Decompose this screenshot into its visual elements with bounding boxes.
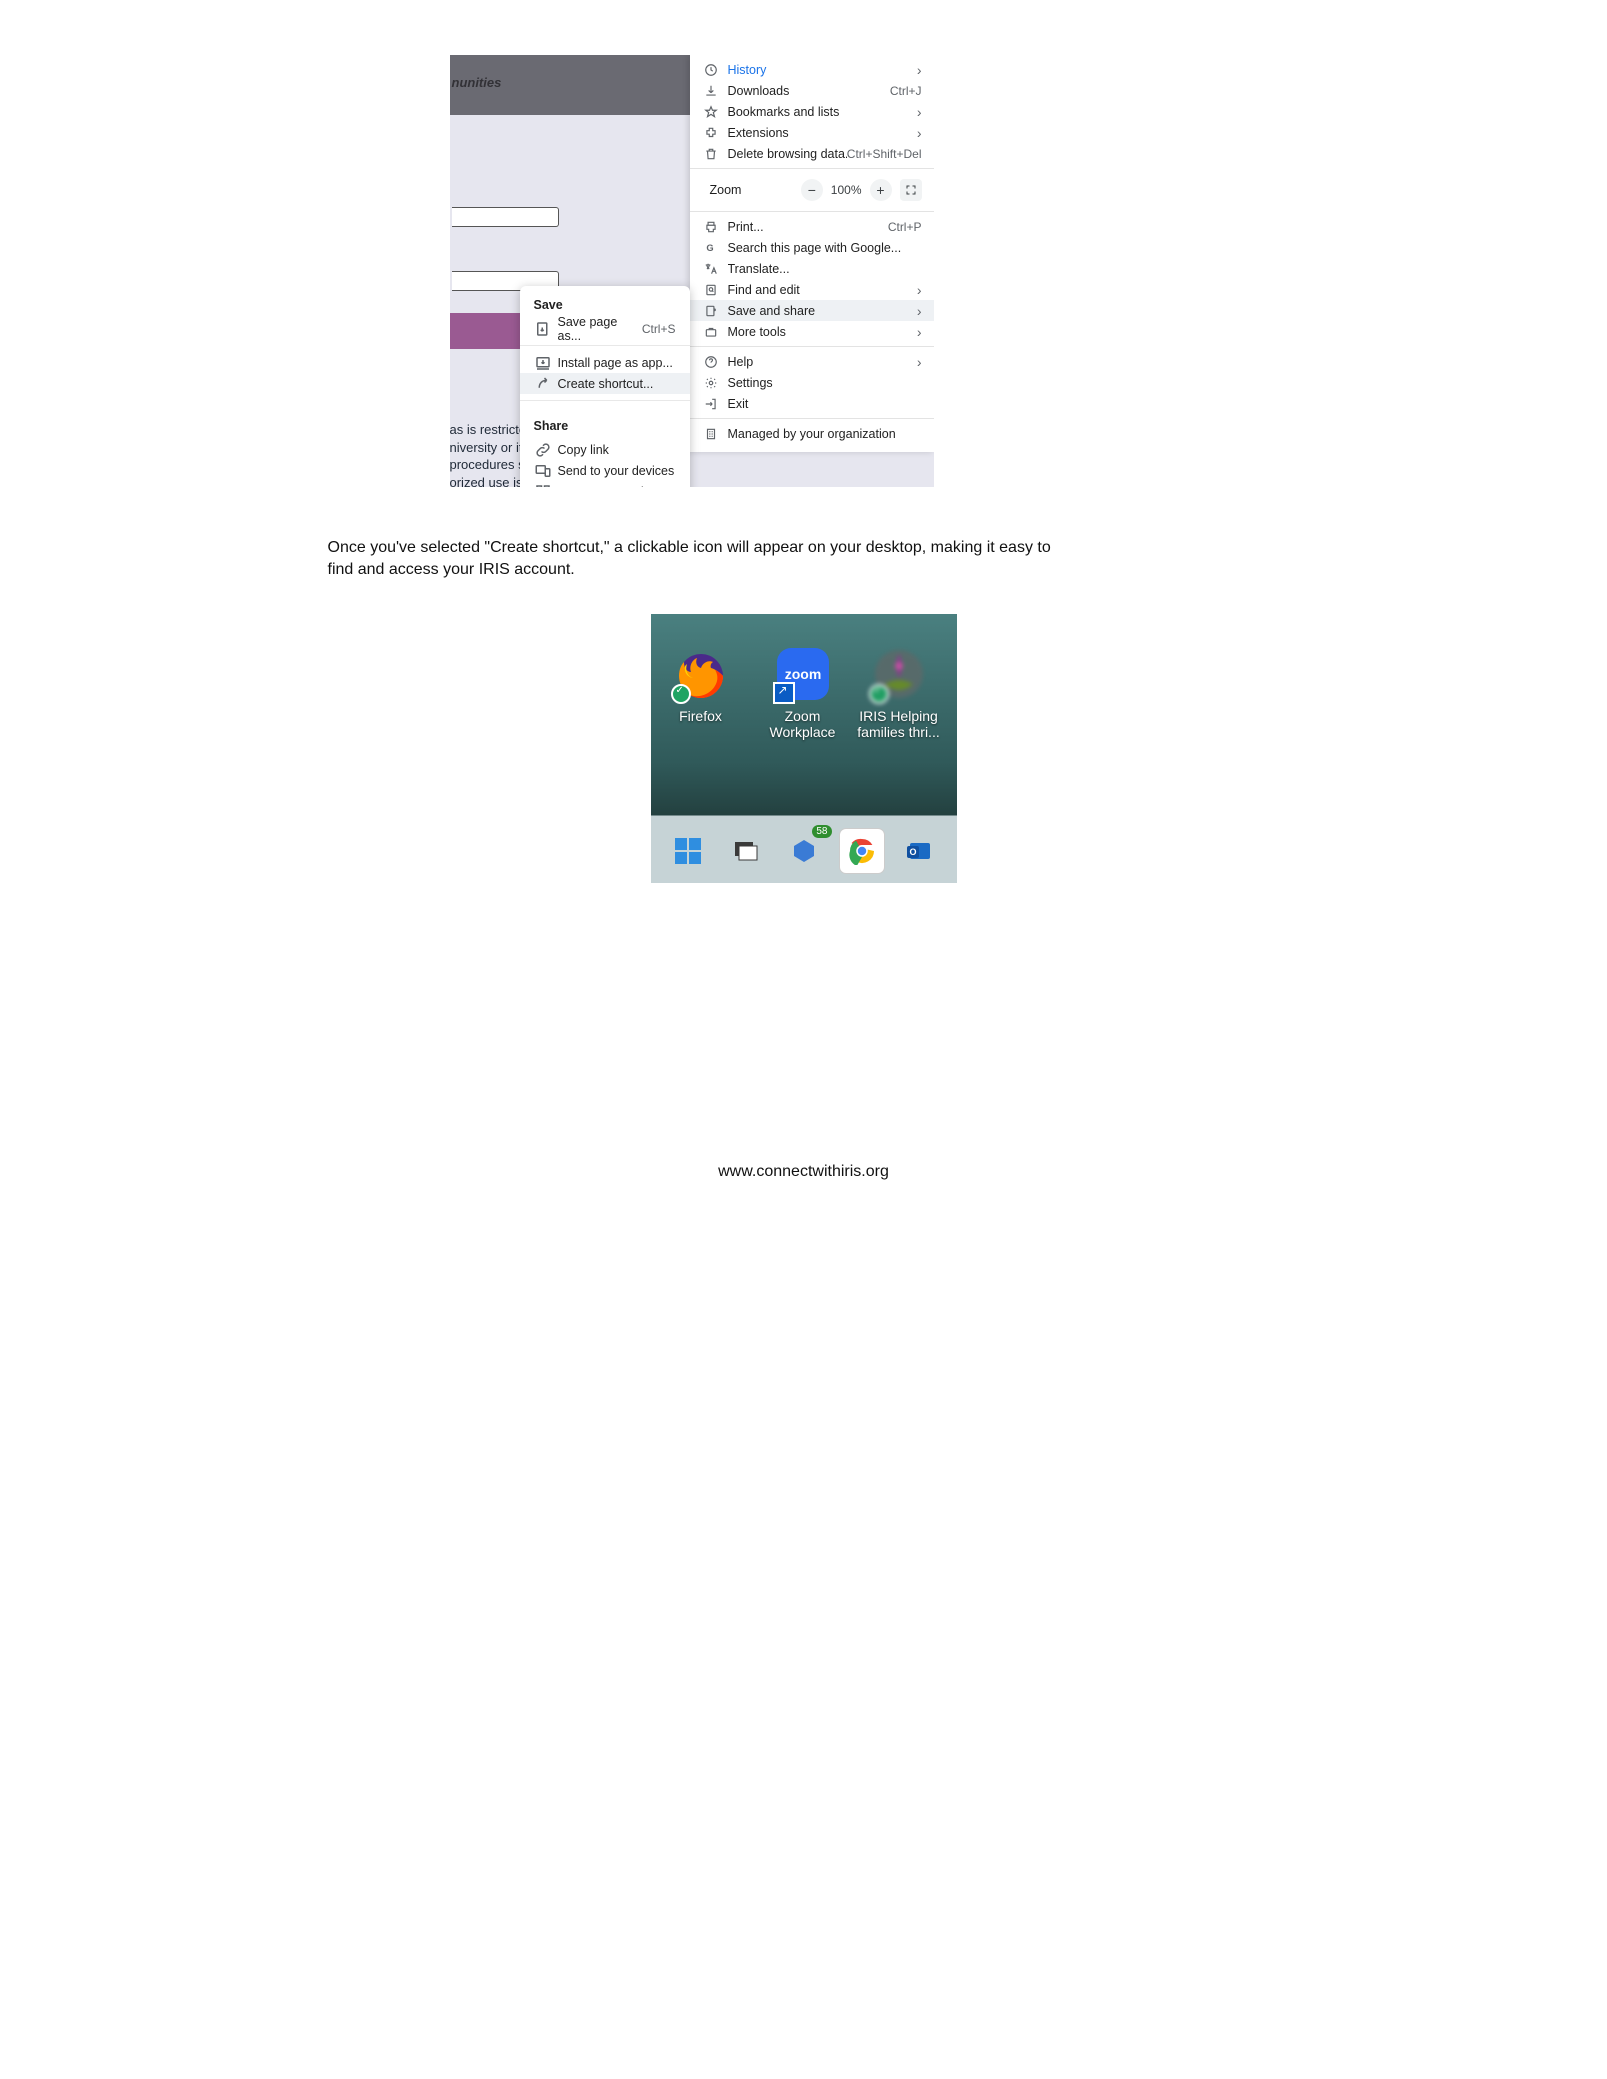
screenshot-desktop: Firefox zoom ZoomWorkplace IRIS Helpingf…: [651, 614, 957, 883]
menu-separator: [690, 168, 934, 169]
menu-item-delete-data[interactable]: Delete browsing data... Ctrl+Shift+Del: [690, 143, 934, 164]
menu-separator: [520, 400, 690, 401]
building-icon: [702, 426, 720, 442]
instruction-paragraph: Once you've selected "Create shortcut," …: [328, 537, 1058, 581]
iris-icon: [871, 646, 927, 702]
menu-separator: [520, 345, 690, 346]
menu-item-extensions[interactable]: Extensions ›: [690, 122, 934, 143]
chevron-right-icon: ›: [917, 304, 922, 318]
translate-icon: [702, 261, 720, 277]
taskbar-taskview-button[interactable]: [724, 829, 768, 873]
zoom-in-button[interactable]: +: [870, 179, 892, 201]
menu-item-zoom: Zoom − 100% +: [690, 173, 934, 207]
submenu-item-create-shortcut[interactable]: Create shortcut...: [520, 373, 690, 394]
banner-fragment: nunities: [452, 75, 502, 90]
puzzle-icon: [702, 125, 720, 141]
menu-item-settings[interactable]: Settings: [690, 372, 934, 393]
google-icon: G: [702, 240, 720, 256]
desktop-icon-iris[interactable]: IRIS Helpingfamilies thri...: [855, 646, 943, 740]
menu-item-search-google[interactable]: G Search this page with Google...: [690, 237, 934, 258]
download-icon: [702, 83, 720, 99]
gear-icon: [702, 375, 720, 391]
page-save-icon: [534, 321, 552, 337]
menu-item-find[interactable]: Find and edit ›: [690, 279, 934, 300]
devices-icon: [534, 463, 552, 479]
menu-item-print[interactable]: Print... Ctrl+P: [690, 216, 934, 237]
save-share-icon: [702, 303, 720, 319]
menu-separator: [690, 211, 934, 212]
taskbar: O: [651, 819, 957, 883]
chevron-right-icon: ›: [917, 325, 922, 339]
shortcut-badge-icon: [773, 682, 795, 704]
submenu-item-save-page[interactable]: Save page as... Ctrl+S: [520, 318, 690, 339]
exit-icon: [702, 396, 720, 412]
qr-icon: [534, 484, 552, 488]
desktop-icon-zoom[interactable]: zoom ZoomWorkplace: [759, 646, 847, 740]
fullscreen-button[interactable]: [900, 179, 922, 201]
chevron-right-icon: ›: [917, 105, 922, 119]
menu-separator: [690, 346, 934, 347]
chrome-main-menu: History › Downloads Ctrl+J Bookmarks and…: [690, 55, 934, 452]
page-footer-url: www.connectwithiris.org: [328, 1163, 1280, 1181]
chevron-right-icon: ›: [917, 126, 922, 140]
taskbar-start-button[interactable]: [666, 829, 710, 873]
firefox-icon: [673, 646, 729, 702]
text-input[interactable]: [452, 207, 559, 227]
menu-item-save-share[interactable]: Save and share ›: [690, 300, 934, 321]
page-body-fragment: as is restricte niversity or it procedur…: [450, 421, 525, 487]
submenu-item-install-app[interactable]: Install page as app...: [520, 352, 690, 373]
svg-text:G: G: [706, 242, 713, 252]
sync-badge-icon: [869, 684, 889, 704]
submenu-heading-save: Save: [520, 286, 690, 318]
trash-icon: [702, 146, 720, 162]
shortcut-arrow-icon: [534, 376, 552, 392]
sync-badge-icon: [671, 684, 691, 704]
menu-item-managed[interactable]: Managed by your organization: [690, 423, 934, 444]
toolbox-icon: [702, 324, 720, 340]
chevron-right-icon: ›: [917, 283, 922, 297]
zoom-percent: 100%: [831, 183, 862, 197]
link-icon: [534, 442, 552, 458]
submenu-item-send-devices[interactable]: Send to your devices: [520, 460, 690, 481]
taskbar-chrome-button[interactable]: [840, 829, 884, 873]
zoom-icon: zoom: [775, 646, 831, 702]
taskbar-app-button[interactable]: [782, 829, 826, 873]
save-share-submenu: Save Save page as... Ctrl+S Install page…: [520, 286, 690, 487]
submenu-heading-share: Share: [520, 407, 690, 439]
menu-item-translate[interactable]: Translate...: [690, 258, 934, 279]
menu-item-history[interactable]: History ›: [690, 59, 934, 80]
menu-item-exit[interactable]: Exit: [690, 393, 934, 414]
taskbar-outlook-button[interactable]: O: [898, 829, 942, 873]
zoom-out-button[interactable]: −: [801, 179, 823, 201]
star-icon: [702, 104, 720, 120]
print-icon: [702, 219, 720, 235]
screenshot-chrome-menu: nunities as is restricte niversity or it…: [450, 55, 934, 487]
chevron-right-icon: ›: [917, 355, 922, 369]
svg-text:zoom: zoom: [784, 666, 821, 682]
chevron-right-icon: ›: [917, 63, 922, 77]
menu-item-help[interactable]: Help ›: [690, 351, 934, 372]
menu-item-downloads[interactable]: Downloads Ctrl+J: [690, 80, 934, 101]
help-icon: [702, 354, 720, 370]
svg-text:O: O: [909, 847, 916, 857]
menu-separator: [690, 418, 934, 419]
desktop-icon-firefox[interactable]: Firefox: [657, 646, 745, 724]
install-icon: [534, 355, 552, 371]
find-icon: [702, 282, 720, 298]
submenu-item-qr[interactable]: Create QR Code: [520, 481, 690, 487]
submenu-item-copy-link[interactable]: Copy link: [520, 439, 690, 460]
history-icon: [702, 62, 720, 78]
menu-item-bookmarks[interactable]: Bookmarks and lists ›: [690, 101, 934, 122]
menu-item-more-tools[interactable]: More tools ›: [690, 321, 934, 342]
